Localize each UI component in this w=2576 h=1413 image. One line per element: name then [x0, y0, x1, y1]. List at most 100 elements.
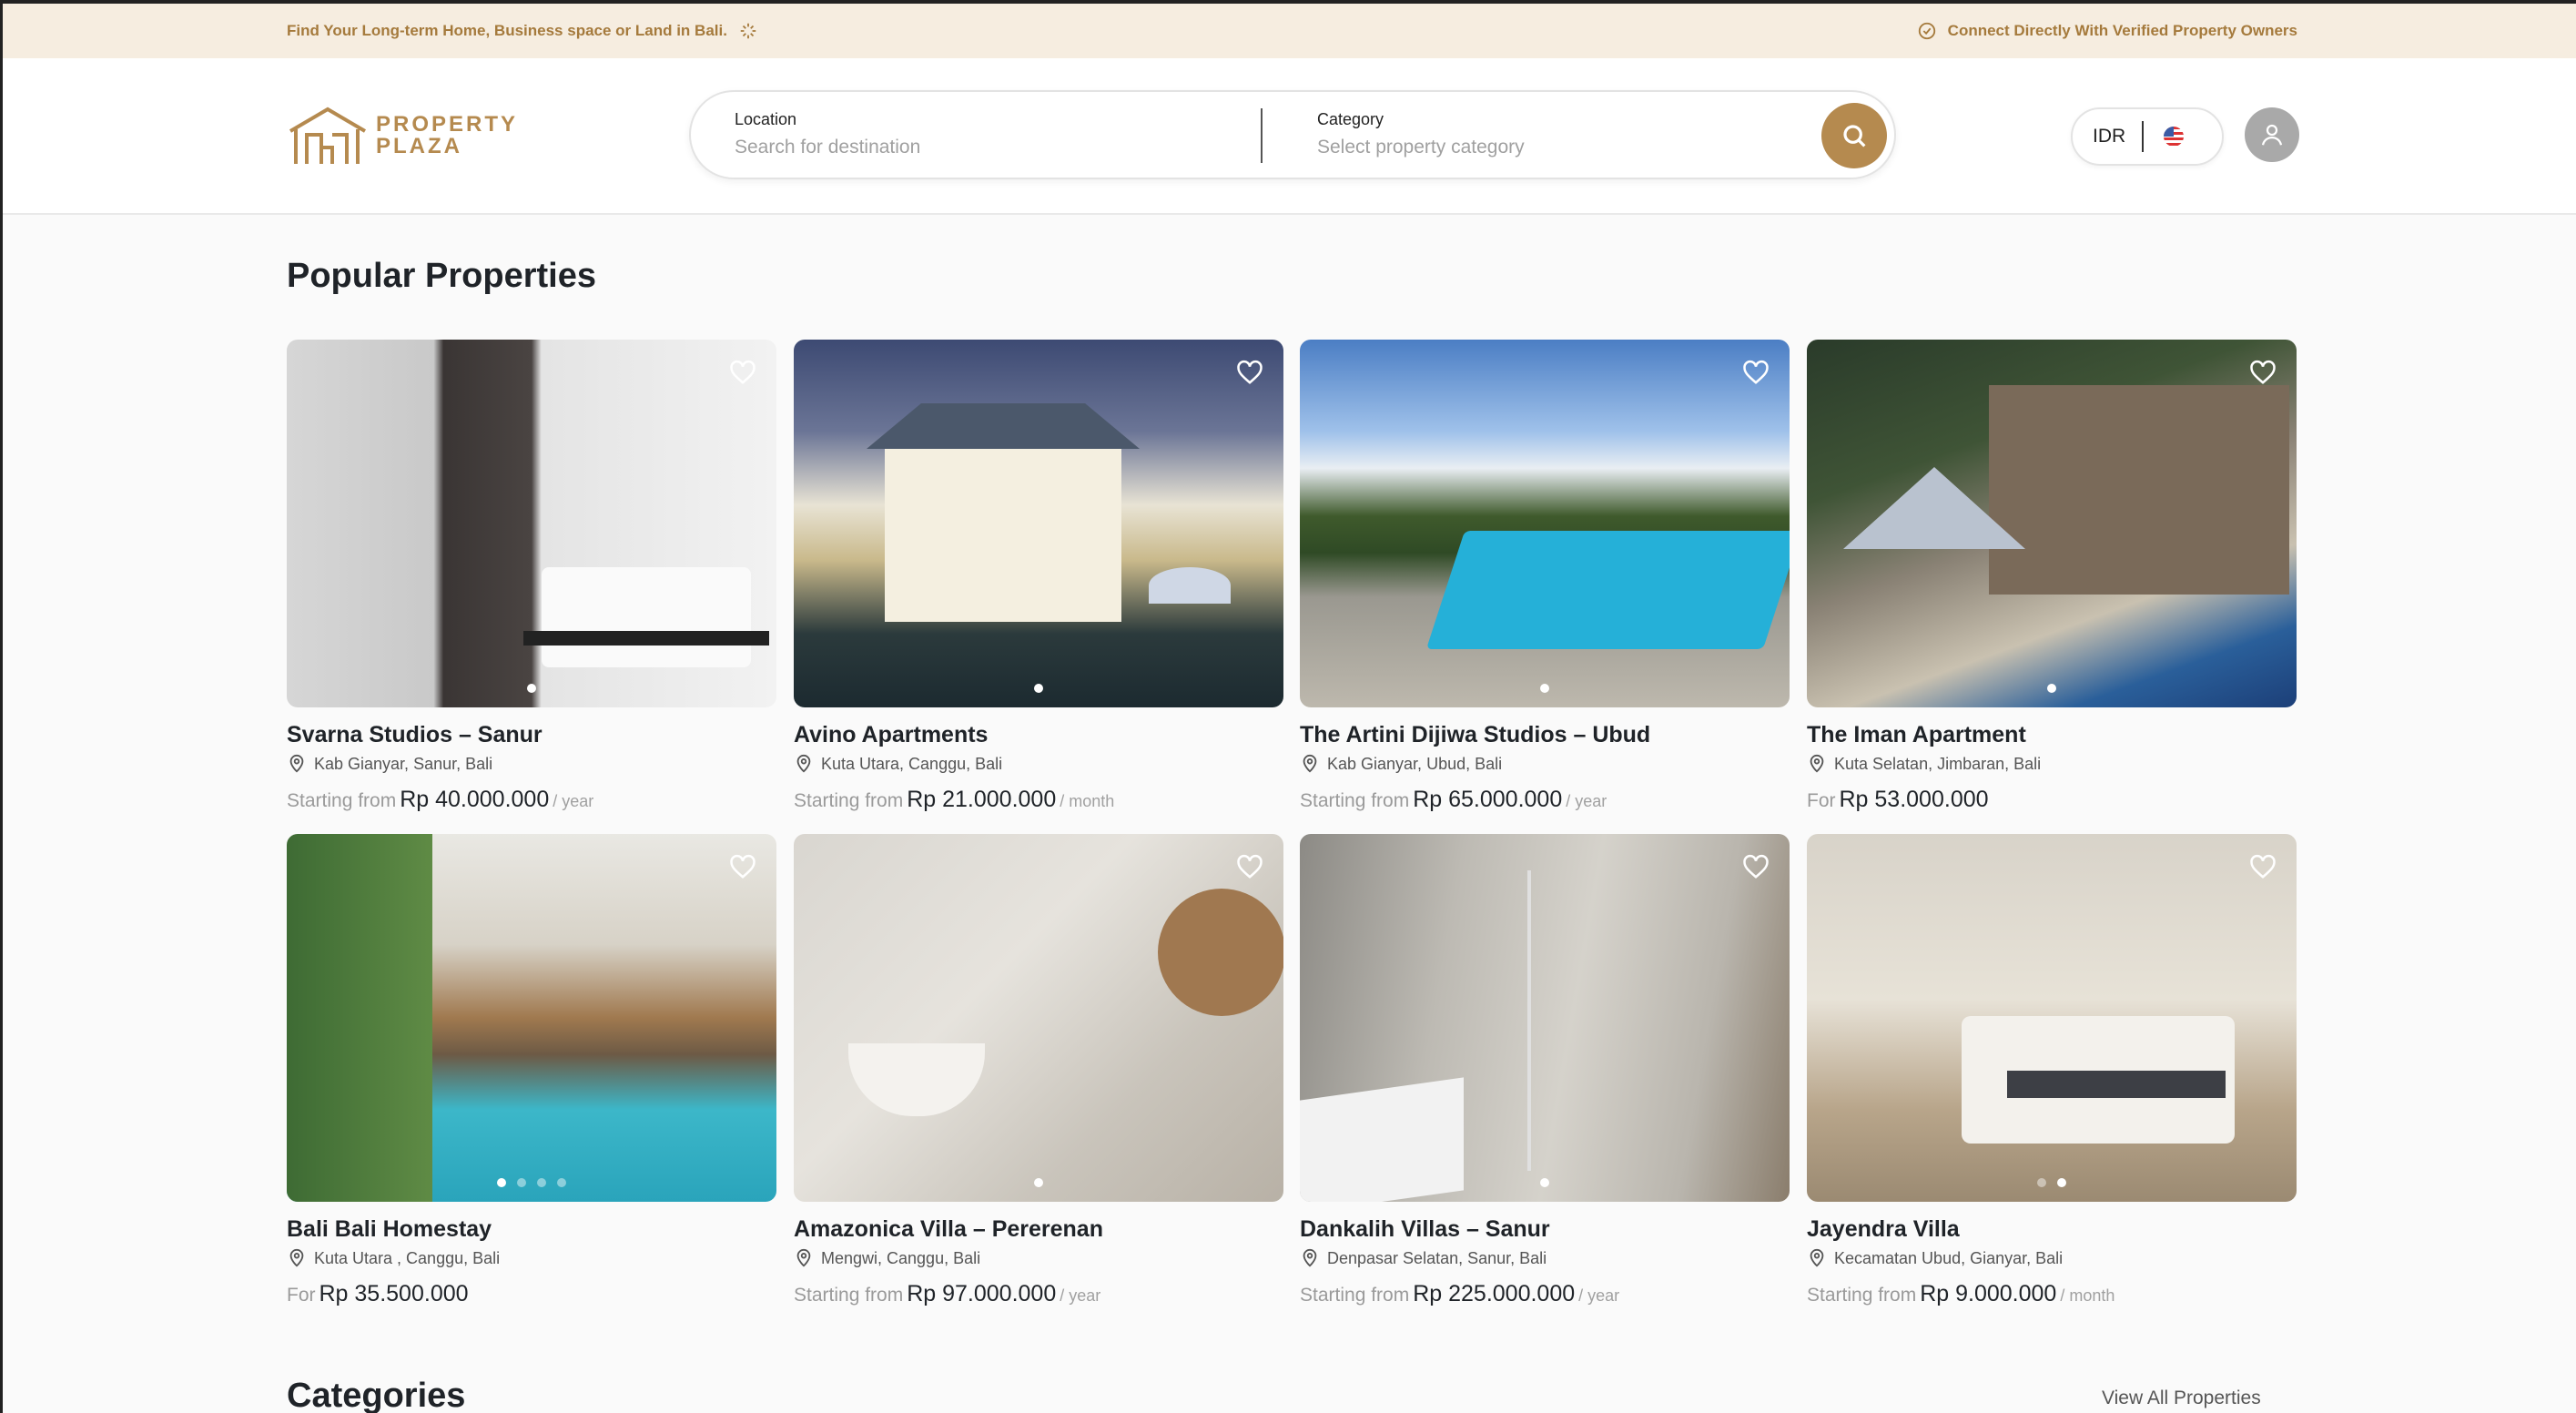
property-image[interactable]	[1807, 340, 2297, 707]
property-card[interactable]: Dankalih Villas – Sanur Denpasar Selatan…	[1300, 834, 1790, 1307]
property-card[interactable]: The Iman Apartment Kuta Selatan, Jimbara…	[1807, 340, 2297, 813]
property-title[interactable]: Avino Apartments	[794, 722, 1283, 748]
property-location-text: Kab Gianyar, Ubud, Bali	[1327, 754, 1503, 773]
heart-icon[interactable]	[729, 360, 756, 385]
property-card[interactable]: Avino Apartments Kuta Utara, Canggu, Bal…	[794, 340, 1283, 813]
logo-line-1: PROPERTY	[376, 112, 519, 137]
plants-shape	[287, 834, 432, 1202]
price-amount: Rp 21.000.000	[907, 787, 1057, 812]
heart-icon[interactable]	[2249, 854, 2277, 879]
announcement-left-text: Find Your Long-term Home, Business space…	[287, 22, 727, 39]
property-card[interactable]: Bali Bali Homestay Kuta Utara , Canggu, …	[287, 834, 776, 1307]
property-title[interactable]: The Iman Apartment	[1807, 722, 2297, 748]
bed-runner-shape	[2007, 1071, 2226, 1098]
property-location: Kecamatan Ubud, Gianyar, Bali	[1807, 1248, 2297, 1268]
property-price: For Rp 53.000.000	[1807, 787, 2297, 813]
location-pin-icon	[289, 1248, 304, 1267]
property-price: Starting from Rp 65.000.000/ year	[1300, 787, 1790, 813]
category-input[interactable]	[1317, 137, 1699, 158]
location-input[interactable]	[735, 137, 1117, 158]
property-location: Kab Gianyar, Ubud, Bali	[1300, 754, 1790, 774]
property-location-text: Kuta Selatan, Jimbaran, Bali	[1834, 754, 2042, 773]
glass-panel-shape	[1527, 870, 1531, 1171]
property-image[interactable]	[794, 340, 1283, 707]
search-icon	[1843, 125, 1866, 147]
price-period: / month	[1060, 792, 1115, 810]
property-price: Starting from Rp 225.000.000/ year	[1300, 1281, 1790, 1307]
property-image[interactable]	[1300, 340, 1790, 707]
logo[interactable]: PROPERTY PLAZA	[287, 104, 518, 168]
price-period: / year	[553, 792, 594, 810]
location-field[interactable]: Location	[735, 110, 1117, 158]
heart-icon[interactable]	[1742, 360, 1770, 385]
currency-selector[interactable]: IDR	[2071, 107, 2224, 166]
property-location: Kab Gianyar, Sanur, Bali	[287, 754, 776, 774]
price-amount: Rp 35.500.000	[319, 1281, 469, 1306]
property-title[interactable]: Svarna Studios – Sanur	[287, 722, 776, 748]
category-field[interactable]: Category	[1317, 110, 1699, 158]
location-pin-icon	[289, 754, 304, 773]
heart-icon[interactable]	[2249, 360, 2277, 385]
price-period: / month	[2060, 1286, 2115, 1305]
carousel-dots	[794, 1178, 1283, 1187]
property-location-text: Kuta Utara, Canggu, Bali	[821, 754, 1003, 773]
heart-icon[interactable]	[1236, 360, 1263, 385]
bathtub-shape	[848, 1043, 985, 1116]
price-amount: Rp 97.000.000	[907, 1281, 1057, 1306]
property-price: Starting from Rp 97.000.000/ year	[794, 1281, 1283, 1307]
property-location-text: Kab Gianyar, Sanur, Bali	[314, 754, 493, 773]
price-prefix: For	[287, 1285, 316, 1306]
search-bar: Location Category	[689, 90, 1896, 179]
price-amount: Rp 65.000.000	[1413, 787, 1563, 812]
property-title[interactable]: Amazonica Villa – Pererenan	[794, 1216, 1283, 1243]
property-card[interactable]: The Artini Dijiwa Studios – Ubud Kab Gia…	[1300, 340, 1790, 813]
carousel-dots	[1300, 684, 1790, 693]
property-image[interactable]	[794, 834, 1283, 1202]
property-card[interactable]: Amazonica Villa – Pererenan Mengwi, Cang…	[794, 834, 1283, 1307]
price-prefix: Starting from	[1807, 1285, 1917, 1306]
us-flag-icon	[2164, 127, 2185, 147]
property-title[interactable]: Jayendra Villa	[1807, 1216, 2297, 1243]
carousel-dots	[1807, 1178, 2297, 1187]
user-avatar-button[interactable]	[2245, 107, 2299, 162]
price-period: / year	[1060, 1286, 1101, 1305]
property-image[interactable]	[1300, 834, 1790, 1202]
heart-icon[interactable]	[1742, 854, 1770, 879]
property-card[interactable]: Svarna Studios – Sanur Kab Gianyar, Sanu…	[287, 340, 776, 813]
property-title[interactable]: Dankalih Villas – Sanur	[1300, 1216, 1790, 1243]
property-card[interactable]: Jayendra Villa Kecamatan Ubud, Gianyar, …	[1807, 834, 2297, 1307]
price-prefix: Starting from	[1300, 1285, 1410, 1306]
view-all-properties-link[interactable]: View All Properties	[2102, 1388, 2261, 1409]
carousel-dots	[1300, 1178, 1790, 1187]
property-image[interactable]	[1807, 834, 2297, 1202]
property-price: Starting from Rp 21.000.000/ month	[794, 787, 1283, 813]
property-image[interactable]	[287, 340, 776, 707]
heart-icon[interactable]	[729, 854, 756, 879]
property-location-text: Kecamatan Ubud, Gianyar, Bali	[1834, 1248, 2064, 1267]
property-location-text: Kuta Utara , Canggu, Bali	[314, 1248, 501, 1267]
currency-divider	[2142, 121, 2145, 152]
currency-code: IDR	[2093, 126, 2126, 147]
sparkle-icon	[740, 23, 756, 39]
property-location: Kuta Utara, Canggu, Bali	[794, 754, 1283, 774]
popular-properties-title: Popular Properties	[287, 257, 596, 295]
price-prefix: Starting from	[794, 1285, 904, 1306]
location-pin-icon	[1810, 754, 1824, 773]
search-button[interactable]	[1821, 103, 1887, 168]
location-label: Location	[735, 110, 797, 128]
price-amount: Rp 40.000.000	[400, 787, 550, 812]
property-title[interactable]: The Artini Dijiwa Studios – Ubud	[1300, 722, 1790, 748]
property-title[interactable]: Bali Bali Homestay	[287, 1216, 776, 1243]
check-circle-icon	[1918, 22, 1935, 40]
price-amount: Rp 225.000.000	[1413, 1281, 1576, 1306]
price-amount: Rp 9.000.000	[1920, 1281, 2057, 1306]
price-prefix: For	[1807, 790, 1836, 811]
mirror-shape	[1158, 889, 1283, 1016]
logo-text: PROPERTY PLAZA	[376, 114, 518, 158]
price-prefix: Starting from	[287, 790, 397, 811]
property-image[interactable]	[287, 834, 776, 1202]
announcement-right-text: Connect Directly With Verified Property …	[1947, 22, 2297, 39]
property-location-text: Mengwi, Canggu, Bali	[821, 1248, 981, 1267]
property-location: Mengwi, Canggu, Bali	[794, 1248, 1283, 1268]
heart-icon[interactable]	[1236, 854, 1263, 879]
